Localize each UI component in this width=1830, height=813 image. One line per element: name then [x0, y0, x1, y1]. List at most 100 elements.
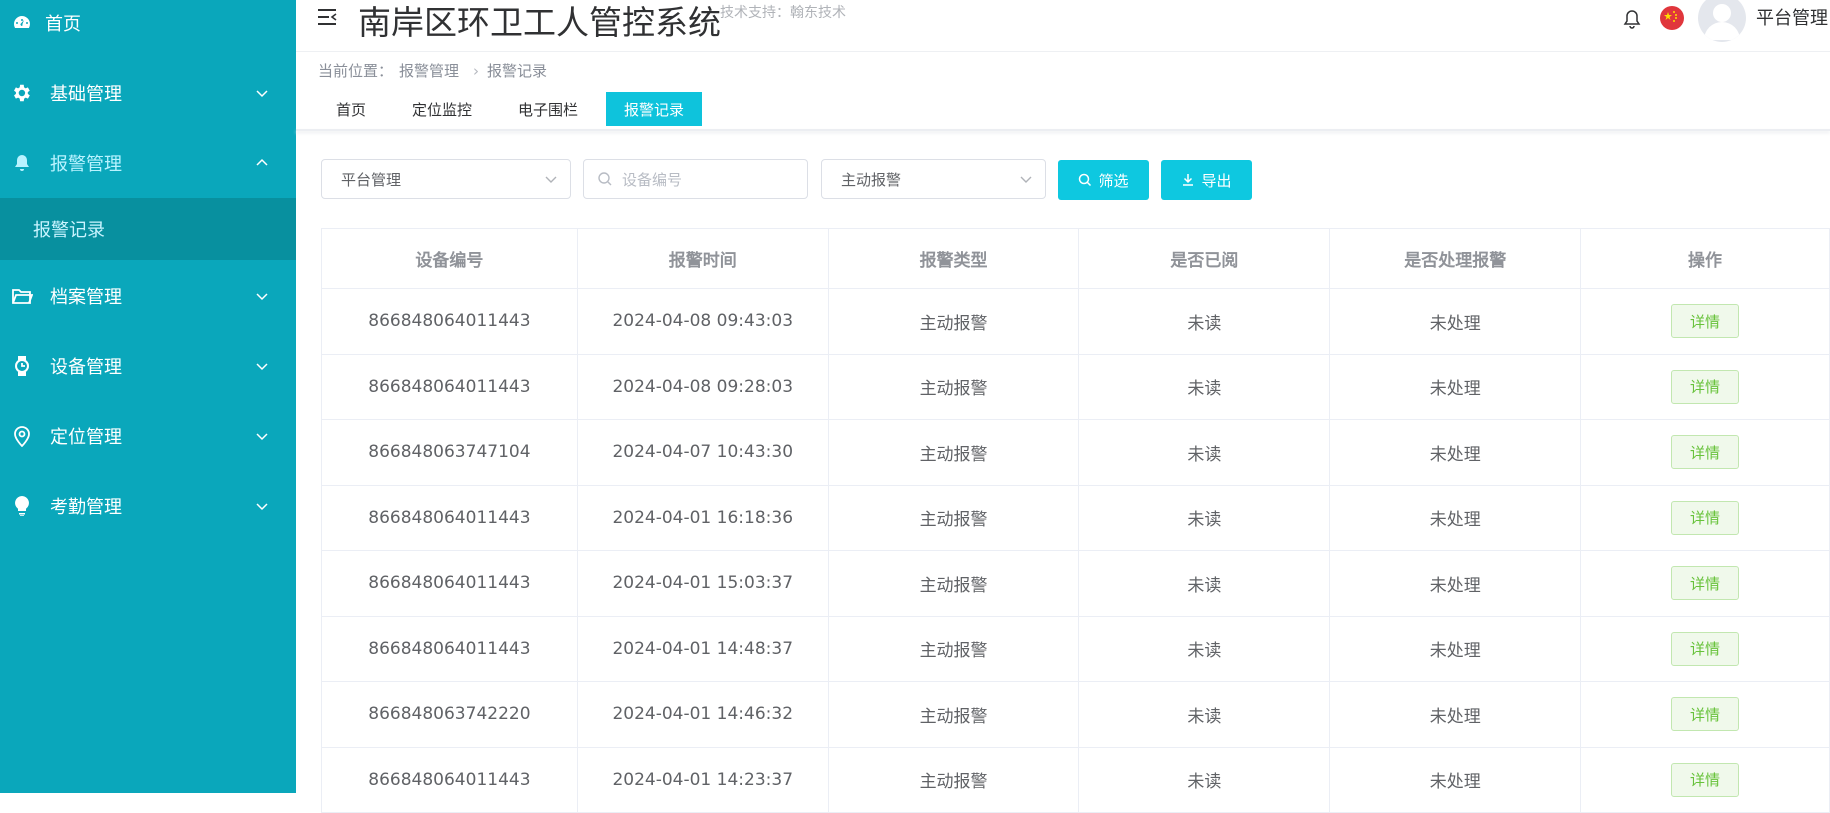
chevron-down-icon [254, 428, 270, 444]
sidebar-subitem-alarm-records[interactable]: 报警记录 [0, 198, 296, 260]
device-number-cell: 866848064011443 [322, 486, 578, 551]
sidebar-item-label: 基础管理 [50, 80, 122, 106]
read-status-cell: 未读 [1079, 748, 1330, 813]
chevron-down-icon [254, 358, 270, 374]
search-icon [597, 171, 613, 187]
sidebar-item-device[interactable]: 设备管理 [0, 331, 296, 401]
dashboard-icon [10, 11, 34, 35]
alarm-type-cell: 主动报警 [829, 420, 1080, 485]
top-header: 南岸区环卫工人管控系统 技术支持：翰东技术 平台管理 [296, 0, 1830, 52]
read-status-cell: 未读 [1079, 289, 1330, 354]
watch-icon [10, 354, 34, 378]
table-row: 866848064011443 2024-04-08 09:43:03 主动报警… [322, 289, 1830, 355]
handled-status-cell: 未处理 [1330, 420, 1581, 485]
org-select-value: 平台管理 [341, 169, 401, 190]
sidebar-item-location[interactable]: 定位管理 [0, 401, 296, 471]
alarm-type-cell: 主动报警 [829, 682, 1080, 747]
export-button-label: 导出 [1201, 170, 1231, 191]
sidebar-item-label: 档案管理 [50, 283, 122, 309]
search-icon [1078, 173, 1092, 187]
breadcrumb-prefix: 当前位置： [318, 62, 393, 80]
folder-icon [10, 284, 34, 308]
tab-home[interactable]: 首页 [318, 92, 384, 126]
table-row: 866848063742220 2024-04-01 14:46:32 主动报警… [322, 682, 1830, 748]
sidebar-item-archive[interactable]: 档案管理 [0, 261, 296, 331]
chevron-up-icon [254, 155, 270, 171]
actions-cell: 详情 [1581, 486, 1830, 551]
alarm-time-cell: 2024-04-01 15:03:37 [578, 551, 829, 616]
system-title: 南岸区环卫工人管控系统 [358, 0, 721, 44]
alarm-time-cell: 2024-04-01 14:23:37 [578, 748, 829, 813]
detail-button[interactable]: 详情 [1671, 435, 1739, 469]
column-header-handled-status: 是否处理报警 [1330, 229, 1581, 288]
alarm-type-select[interactable]: 主动报警 [821, 159, 1046, 199]
breadcrumb-item[interactable]: 报警记录 [487, 62, 547, 80]
handled-status-cell: 未处理 [1330, 551, 1581, 616]
device-number-cell: 866848064011443 [322, 551, 578, 616]
sidebar-item-home[interactable]: 首页 [0, 0, 296, 58]
alarm-time-cell: 2024-04-08 09:28:03 [578, 355, 829, 420]
device-number-cell: 866848063747104 [322, 420, 578, 485]
table-row: 866848064011443 2024-04-08 09:28:03 主动报警… [322, 355, 1830, 421]
device-number-input[interactable]: 设备编号 [583, 159, 808, 199]
handled-status-cell: 未处理 [1330, 617, 1581, 682]
actions-cell: 详情 [1581, 682, 1830, 747]
table-row: 866848064011443 2024-04-01 14:23:37 主动报警… [322, 748, 1830, 813]
device-number-cell: 866848064011443 [322, 355, 578, 420]
sidebar-item-basic[interactable]: 基础管理 [0, 58, 296, 128]
menu-toggle-icon[interactable] [316, 6, 338, 28]
handled-status-cell: 未处理 [1330, 289, 1581, 354]
handled-status-cell: 未处理 [1330, 682, 1581, 747]
tab-location-monitor[interactable]: 定位监控 [394, 92, 490, 126]
filter-button[interactable]: 筛选 [1058, 160, 1149, 200]
sidebar-item-attendance[interactable]: 考勤管理 [0, 471, 296, 541]
org-select[interactable]: 平台管理 [321, 159, 571, 199]
table-row: 866848063747104 2024-04-07 10:43:30 主动报警… [322, 420, 1830, 486]
location-icon [10, 424, 34, 448]
device-number-cell: 866848063742220 [322, 682, 578, 747]
alarm-type-cell: 主动报警 [829, 486, 1080, 551]
column-header-alarm-type: 报警类型 [829, 229, 1080, 288]
detail-button[interactable]: 详情 [1671, 501, 1739, 535]
actions-cell: 详情 [1581, 420, 1830, 485]
tab-bar: 首页 定位监控 电子围栏 报警记录 [318, 92, 712, 126]
sidebar-item-label: 报警管理 [50, 150, 122, 176]
column-header-device-number: 设备编号 [322, 229, 578, 288]
avatar[interactable] [1698, 0, 1746, 42]
breadcrumb-separator-icon: › [473, 62, 479, 80]
tabs-divider [296, 129, 1830, 131]
language-flag-icon[interactable] [1660, 6, 1684, 30]
detail-button[interactable]: 详情 [1671, 632, 1739, 666]
notification-bell-icon[interactable] [1622, 8, 1642, 30]
filter-button-label: 筛选 [1098, 170, 1128, 191]
breadcrumb-item[interactable]: 报警管理 [399, 62, 459, 80]
detail-button[interactable]: 详情 [1671, 304, 1739, 338]
alarm-type-cell: 主动报警 [829, 289, 1080, 354]
column-header-read-status: 是否已阅 [1079, 229, 1330, 288]
export-button[interactable]: 导出 [1161, 160, 1252, 200]
read-status-cell: 未读 [1079, 551, 1330, 616]
handled-status-cell: 未处理 [1330, 486, 1581, 551]
detail-button[interactable]: 详情 [1671, 697, 1739, 731]
actions-cell: 详情 [1581, 551, 1830, 616]
tab-alarm-records[interactable]: 报警记录 [606, 92, 702, 126]
alarm-type-value: 主动报警 [841, 169, 901, 190]
device-number-placeholder: 设备编号 [622, 169, 682, 190]
alarm-records-table: 设备编号 报警时间 报警类型 是否已阅 是否处理报警 操作 8668480640… [321, 228, 1830, 813]
read-status-cell: 未读 [1079, 355, 1330, 420]
read-status-cell: 未读 [1079, 486, 1330, 551]
actions-cell: 详情 [1581, 748, 1830, 813]
detail-button[interactable]: 详情 [1671, 566, 1739, 600]
alarm-type-cell: 主动报警 [829, 617, 1080, 682]
user-name[interactable]: 平台管理 [1756, 4, 1828, 30]
actions-cell: 详情 [1581, 617, 1830, 682]
tab-geofence[interactable]: 电子围栏 [500, 92, 596, 126]
table-header-row: 设备编号 报警时间 报警类型 是否已阅 是否处理报警 操作 [322, 229, 1830, 289]
detail-button[interactable]: 详情 [1671, 763, 1739, 797]
bulb-icon [10, 494, 34, 518]
sidebar-item-alarm[interactable]: 报警管理 [0, 128, 296, 198]
column-header-alarm-time: 报警时间 [578, 229, 829, 288]
handled-status-cell: 未处理 [1330, 355, 1581, 420]
detail-button[interactable]: 详情 [1671, 370, 1739, 404]
bell-icon [10, 151, 34, 175]
